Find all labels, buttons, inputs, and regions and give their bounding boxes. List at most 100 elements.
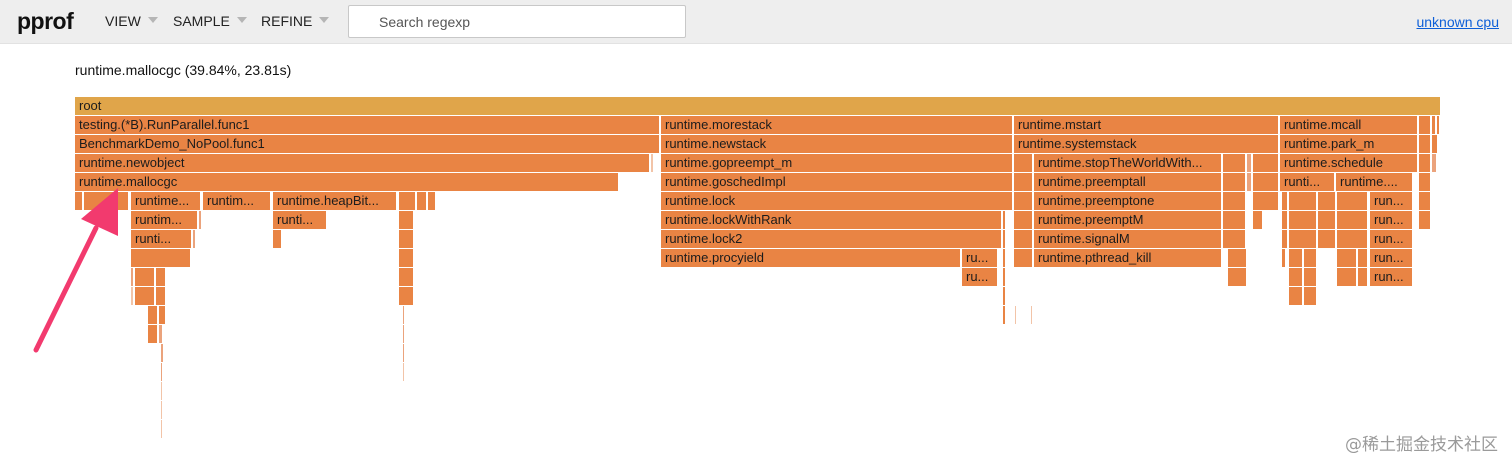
frame-gopreempt[interactable]: runtime.gopreempt_m [661,154,1013,172]
frame-unlabeled[interactable] [1289,268,1303,286]
frame-unlabeled[interactable] [1247,173,1252,191]
frame-unlabeled[interactable] [1289,230,1317,248]
frame-unlabeled[interactable] [84,192,129,210]
frame-unlabeled[interactable] [1337,192,1368,210]
frame-schedule-right-3[interactable]: run... [1370,230,1413,248]
frame-unlabeled[interactable] [1419,116,1431,134]
frame-unlabeled[interactable] [1003,287,1006,305]
frame-unlabeled[interactable] [1014,173,1033,191]
frame-unlabeled[interactable] [131,268,134,286]
frame-unlabeled[interactable] [1282,249,1286,267]
frame-unlabeled[interactable] [1282,230,1288,248]
frame-unlabeled[interactable] [399,249,414,267]
frame-unlabeled[interactable] [1318,192,1336,210]
frame-unlabeled[interactable] [1014,154,1033,172]
frame-unlabeled[interactable] [156,287,166,305]
frame-unlabeled[interactable] [161,401,163,419]
frame-schedule-right-5[interactable]: run... [1370,268,1413,286]
frame-newstack[interactable]: runtime.newstack [661,135,1013,153]
frame-unlabeled[interactable] [1304,268,1317,286]
frame-schedule-right-4[interactable]: run... [1370,249,1413,267]
frame-unlabeled[interactable] [75,192,83,210]
frame-unlabeled[interactable] [1419,154,1431,172]
frame-unlabeled[interactable] [1014,192,1033,210]
frame-procyield-side-2[interactable]: ru... [962,268,998,286]
frame-unlabeled[interactable] [156,268,166,286]
frame-unlabeled[interactable] [1223,211,1246,229]
frame-mallocgc[interactable]: runtime.mallocgc [75,173,619,191]
frame-mallocgc-child-1[interactable]: runtime... [131,192,201,210]
frame-unlabeled[interactable] [148,306,158,324]
frame-unlabeled[interactable] [1003,211,1006,229]
frame-unlabeled[interactable] [1432,154,1437,172]
frame-unlabeled[interactable] [1304,287,1317,305]
frame-unlabeled[interactable] [135,287,155,305]
frame-unlabeled[interactable] [1003,230,1006,248]
frame-unlabeled[interactable] [1014,211,1033,229]
frame-unlabeled[interactable] [135,268,155,286]
frame-schedule-right-1[interactable]: run... [1370,192,1413,210]
frame-unlabeled[interactable] [1003,249,1006,267]
frame-unlabeled[interactable] [1253,211,1263,229]
frame-unlabeled[interactable] [403,325,405,343]
frame-schedule-right-2[interactable]: run... [1370,211,1413,229]
frame-run-parallel[interactable]: testing.(*B).RunParallel.func1 [75,116,660,134]
frame-unlabeled[interactable] [1419,135,1431,153]
frame-goschedimpl[interactable]: runtime.goschedImpl [661,173,1013,191]
frame-unlabeled[interactable] [1228,268,1247,286]
frame-lock[interactable]: runtime.lock [661,192,1013,210]
frame-unlabeled[interactable] [1003,268,1006,286]
frame-unlabeled[interactable] [1223,154,1246,172]
frame-unlabeled[interactable] [403,344,405,362]
frame-unlabeled[interactable] [1337,211,1368,229]
frame-schedule-child-1[interactable]: runti... [1280,173,1335,191]
frame-unlabeled[interactable] [131,287,134,305]
frame-preemptall[interactable]: runtime.preemptall [1034,173,1222,191]
frame-unlabeled[interactable] [1419,211,1431,229]
frame-unlabeled[interactable] [403,363,405,381]
frame-schedule[interactable]: runtime.schedule [1280,154,1418,172]
frame-unlabeled[interactable] [403,306,405,324]
frame-unlabeled[interactable] [161,344,164,362]
frame-unlabeled[interactable] [1247,154,1252,172]
frame-unlabeled[interactable] [1289,287,1303,305]
frame-mcall[interactable]: runtime.mcall [1280,116,1418,134]
frame-newobject[interactable]: runtime.newobject [75,154,650,172]
frame-unlabeled[interactable] [1228,249,1247,267]
frame-unlabeled[interactable] [1282,192,1288,210]
frame-unlabeled[interactable] [1289,192,1317,210]
frame-unlabeled[interactable] [417,192,427,210]
frame-signal-m[interactable]: runtime.signalM [1034,230,1222,248]
frame-unlabeled[interactable] [1223,173,1246,191]
frame-lock-with-rank[interactable]: runtime.lockWithRank [661,211,1002,229]
frame-unlabeled[interactable] [273,230,282,248]
frame-mstart[interactable]: runtime.mstart [1014,116,1279,134]
frame-unlabeled[interactable] [1223,192,1246,210]
frame-unlabeled[interactable] [1015,306,1017,324]
frame-park-m[interactable]: runtime.park_m [1280,135,1418,153]
frame-schedule-child-2[interactable]: runtime.... [1336,173,1413,191]
frame-unlabeled[interactable] [1337,230,1368,248]
frame-unlabeled[interactable] [399,230,414,248]
frame-unlabeled[interactable] [161,382,163,400]
frame-lock2[interactable]: runtime.lock2 [661,230,1002,248]
frame-unlabeled[interactable] [1358,268,1368,286]
frame-preempt-m[interactable]: runtime.preemptM [1034,211,1222,229]
frame-mallocgc-grandchild-1[interactable]: runtim... [131,211,198,229]
frame-unlabeled[interactable] [1432,116,1436,134]
frame-pthread-kill[interactable]: runtime.pthread_kill [1034,249,1222,267]
frame-unlabeled[interactable] [1432,135,1438,153]
frame-unlabeled[interactable] [1014,230,1033,248]
frame-unlabeled[interactable] [1223,230,1246,248]
frame-unlabeled[interactable] [1419,192,1431,210]
frame-unlabeled[interactable] [1282,211,1288,229]
frame-systemstack[interactable]: runtime.systemstack [1014,135,1279,153]
frame-heap-bits[interactable]: runtime.heapBit... [273,192,397,210]
frame-root[interactable]: root [75,97,1441,115]
frame-unlabeled[interactable] [1253,192,1279,210]
frame-unlabeled[interactable] [148,325,158,343]
frame-unlabeled[interactable] [1318,211,1336,229]
frame-unlabeled[interactable] [159,306,166,324]
frame-unlabeled[interactable] [399,192,416,210]
frame-preemptone[interactable]: runtime.preemptone [1034,192,1222,210]
